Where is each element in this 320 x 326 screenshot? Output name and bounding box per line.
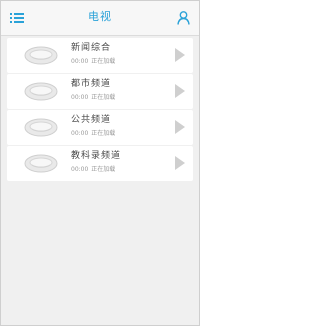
channel-time: 00:00 — [71, 94, 89, 101]
channel-item[interactable]: 新闻综合 00:00 正在加载 — [7, 38, 193, 73]
play-icon[interactable] — [175, 48, 185, 62]
channel-status-line: 00:00 正在加载 — [71, 166, 115, 174]
channel-status: 正在加载 — [91, 166, 116, 173]
channel-status-line: 00:00 正在加载 — [71, 58, 115, 66]
channel-logo-icon — [23, 117, 59, 138]
channel-item[interactable]: 教科录频道 00:00 正在加载 — [7, 146, 193, 181]
channel-time: 00:00 — [71, 166, 89, 173]
page-title: 电视 — [88, 10, 112, 23]
channel-status: 正在加载 — [91, 130, 116, 137]
channel-status: 正在加载 — [91, 94, 116, 101]
channel-list: 新闻综合 00:00 正在加载 都市频道 00:00 正在加载 公共频道 00:… — [7, 38, 193, 182]
channel-name: 公共频道 — [71, 115, 112, 125]
channel-item[interactable]: 都市频道 00:00 正在加载 — [7, 74, 193, 109]
channel-status: 正在加载 — [91, 58, 116, 65]
channel-time: 00:00 — [71, 130, 89, 137]
channel-logo-icon — [23, 81, 59, 102]
header-bar: 电视 — [1, 1, 199, 36]
channel-item[interactable]: 公共频道 00:00 正在加载 — [7, 110, 193, 145]
channel-time: 00:00 — [71, 58, 89, 65]
channel-status-line: 00:00 正在加载 — [71, 130, 115, 138]
channel-logo-icon — [23, 45, 59, 66]
play-icon[interactable] — [175, 120, 185, 134]
channel-status-line: 00:00 正在加载 — [71, 94, 115, 102]
play-icon[interactable] — [175, 156, 185, 170]
play-icon[interactable] — [175, 84, 185, 98]
user-icon[interactable] — [177, 11, 190, 25]
channel-name: 都市频道 — [71, 79, 112, 89]
app-screen: 电视 新闻综合 00:00 正在加载 都市频道 00:00 正在加载 公共频道 … — [0, 0, 200, 326]
channel-name: 新闻综合 — [71, 43, 112, 53]
channel-name: 教科录频道 — [71, 151, 122, 161]
channel-logo-icon — [23, 153, 59, 174]
